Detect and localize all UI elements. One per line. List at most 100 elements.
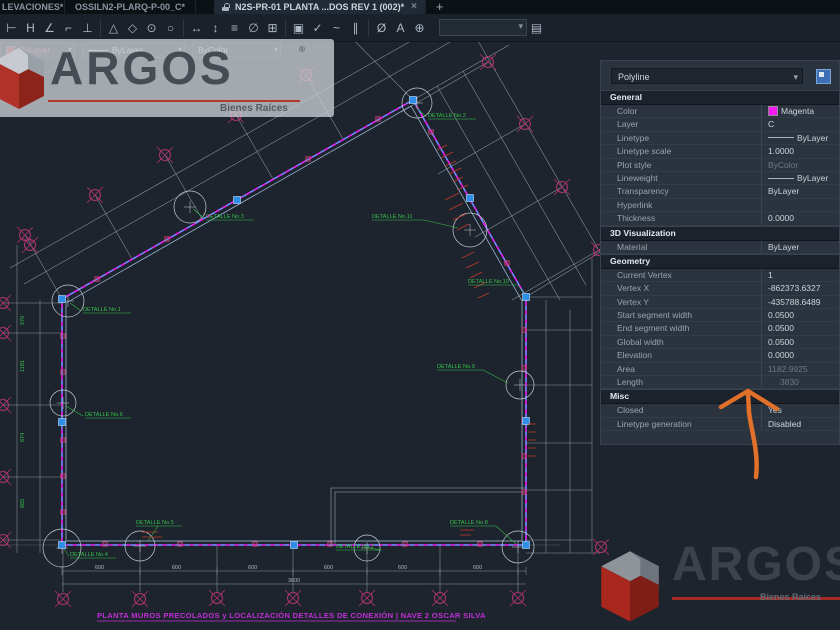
tolerance-icon[interactable]: ✓ bbox=[308, 17, 327, 39]
grid-bubble bbox=[209, 590, 225, 606]
object-type-value: Polyline bbox=[618, 72, 650, 82]
file-tab-bar: LEVACIONES* OSSILN2-PLARQ-P-00_C* N2S-PR… bbox=[0, 0, 840, 14]
dim-arc-icon[interactable]: ⌐ bbox=[59, 17, 78, 39]
section-general[interactable]: General bbox=[601, 90, 839, 105]
prop-row-linetype-scale: Linetype scale 1.0000 bbox=[601, 145, 839, 158]
prop-value[interactable]: -862373.6327 bbox=[761, 282, 839, 294]
polyline-grip[interactable] bbox=[59, 542, 66, 549]
prop-value-length: 3830 bbox=[761, 376, 839, 388]
svg-text:600: 600 bbox=[248, 565, 257, 571]
polyline-grip[interactable] bbox=[467, 195, 474, 202]
argos-brand-text: ARGOS bbox=[672, 537, 840, 592]
dim-break-icon[interactable]: ▣ bbox=[289, 17, 308, 39]
dim-linear-icon[interactable]: ⊢ bbox=[2, 17, 21, 39]
dim-horizontal-icon[interactable]: ↔ bbox=[187, 17, 206, 39]
connection-mark bbox=[61, 438, 65, 442]
dim-diameter-icon[interactable]: ◇ bbox=[123, 17, 142, 39]
section-3d-visualization[interactable]: 3D Visualization bbox=[601, 226, 839, 241]
dim-radius-icon[interactable]: △ bbox=[104, 17, 123, 39]
prop-value[interactable]: ByLayer bbox=[761, 185, 839, 197]
section-geometry[interactable]: Geometry bbox=[601, 254, 839, 269]
chevron-down-icon: ▾ bbox=[518, 21, 523, 32]
prop-value[interactable]: 0.0000 bbox=[761, 349, 839, 361]
dim-jogged-icon[interactable]: ○ bbox=[161, 17, 180, 39]
prop-value[interactable]: 0.0500 bbox=[761, 322, 839, 334]
prop-value[interactable]: ByLayer bbox=[761, 241, 839, 253]
detail-label: DETALLE No.1 bbox=[83, 307, 121, 313]
prop-value[interactable]: -435788.6489 bbox=[761, 296, 839, 308]
dim-oblique-icon[interactable]: Ø bbox=[372, 17, 391, 39]
polyline-grip[interactable] bbox=[410, 97, 417, 104]
prop-value[interactable]: 1 bbox=[761, 269, 839, 281]
prop-row-material: Material ByLayer bbox=[601, 241, 839, 254]
polyline-grip[interactable] bbox=[523, 294, 530, 301]
prop-row-area: Area 1182.9925 bbox=[601, 363, 839, 376]
prop-value[interactable]: Disabled bbox=[761, 418, 839, 430]
grid-bubble bbox=[132, 591, 148, 607]
object-type-selector[interactable]: Polyline ▾ bbox=[611, 68, 803, 84]
dim-angular-icon[interactable]: ∠ bbox=[40, 17, 59, 39]
sheet-title: PLANTA MUROS PRECOLADOS y LOCALIZACIÓN D… bbox=[97, 611, 486, 620]
prop-value[interactable]: C bbox=[761, 118, 839, 130]
dim-space-icon[interactable]: ⊞ bbox=[263, 17, 282, 39]
prop-value[interactable]: 0.0000 bbox=[761, 212, 839, 224]
prop-value[interactable]: ByLayer bbox=[761, 172, 839, 184]
detail-label: DETALLE No.7 bbox=[336, 544, 374, 550]
connection-mark bbox=[306, 157, 310, 161]
prop-row-linetype: Linetype ByLayer bbox=[601, 132, 839, 145]
autocad-window: DETALLE No.1 DETALLE No.2 DETALLE No.3 D… bbox=[0, 0, 840, 630]
dim-ordinate-icon[interactable]: ⊥ bbox=[78, 17, 97, 39]
polyline-grip[interactable] bbox=[59, 296, 66, 303]
dim-vertical-icon[interactable]: ↕ bbox=[206, 17, 225, 39]
prop-value[interactable]: 0.0500 bbox=[761, 336, 839, 348]
prop-value[interactable]: Magenta bbox=[761, 105, 839, 117]
connection-mark bbox=[522, 490, 526, 494]
section-misc[interactable]: Misc bbox=[601, 389, 839, 404]
polyline-grip[interactable] bbox=[523, 542, 530, 549]
dim-style-combo[interactable]: ▾ bbox=[439, 19, 527, 36]
dim-center-icon[interactable]: ⊙ bbox=[142, 17, 161, 39]
dim-parallel-icon[interactable]: ∥ bbox=[346, 17, 365, 39]
prop-value[interactable]: 0.0500 bbox=[761, 309, 839, 321]
polyline-grip[interactable] bbox=[291, 542, 298, 549]
prop-row-vertex-x: Vertex X -862373.6327 bbox=[601, 282, 839, 295]
tab-label: OSSILN2-PLARQ-P-00_C* bbox=[75, 2, 185, 12]
prop-value-area: 1182.9925 bbox=[761, 363, 839, 375]
polyline-grip[interactable] bbox=[234, 197, 241, 204]
text-angle-icon[interactable]: A bbox=[391, 17, 410, 39]
dim-style-manager-icon[interactable]: ▤ bbox=[527, 17, 546, 39]
dim-baseline-icon[interactable]: ≡ bbox=[225, 17, 244, 39]
grid-bubble bbox=[359, 590, 375, 606]
file-tab-active[interactable]: N2S-PR-01 PLANTA ...DOS REV 1 (002)* × bbox=[214, 0, 426, 14]
argos-tagline: Bienes Raíces bbox=[220, 103, 288, 114]
prop-row-thickness: Thickness 0.0000 bbox=[601, 212, 839, 225]
connection-mark bbox=[403, 542, 407, 546]
tab-label: LEVACIONES* bbox=[2, 2, 63, 12]
polyline-grip[interactable] bbox=[523, 418, 530, 425]
grid-bubble bbox=[432, 590, 448, 606]
close-tab-icon[interactable]: × bbox=[411, 0, 417, 14]
grips-layer[interactable] bbox=[59, 97, 530, 549]
file-tab-elevaciones[interactable]: LEVACIONES* bbox=[0, 0, 65, 14]
prop-value[interactable] bbox=[761, 199, 839, 211]
prop-row-start-width: Start segment width 0.0500 bbox=[601, 309, 839, 322]
new-tab-button[interactable]: + bbox=[426, 0, 454, 14]
dim-aligned-icon[interactable]: H bbox=[21, 17, 40, 39]
prop-value[interactable]: ByLayer bbox=[761, 132, 839, 144]
jog-line-icon[interactable]: ~ bbox=[327, 17, 346, 39]
wall-polyline[interactable] bbox=[62, 100, 526, 545]
file-tab-ossiln2[interactable]: OSSILN2-PLARQ-P-00_C* bbox=[65, 0, 196, 14]
dim-continue-icon[interactable]: ∅ bbox=[244, 17, 263, 39]
quick-select-icon[interactable] bbox=[816, 69, 831, 84]
prop-value[interactable]: Yes bbox=[761, 404, 839, 416]
dim-update-icon[interactable]: ⊕ bbox=[410, 17, 429, 39]
connection-mark bbox=[522, 328, 526, 332]
prop-row-linetype-generation: Linetype generation Disabled bbox=[601, 418, 839, 431]
argos-watermark-top: ARGOS ® Bienes Raíces bbox=[0, 39, 334, 117]
connection-mark bbox=[522, 366, 526, 370]
grid-bubble bbox=[157, 147, 173, 163]
prop-row-transparency: Transparency ByLayer bbox=[601, 185, 839, 198]
polyline-grip[interactable] bbox=[59, 419, 66, 426]
prop-value[interactable]: 1.0000 bbox=[761, 145, 839, 157]
prop-row-layer: Layer C bbox=[601, 118, 839, 131]
